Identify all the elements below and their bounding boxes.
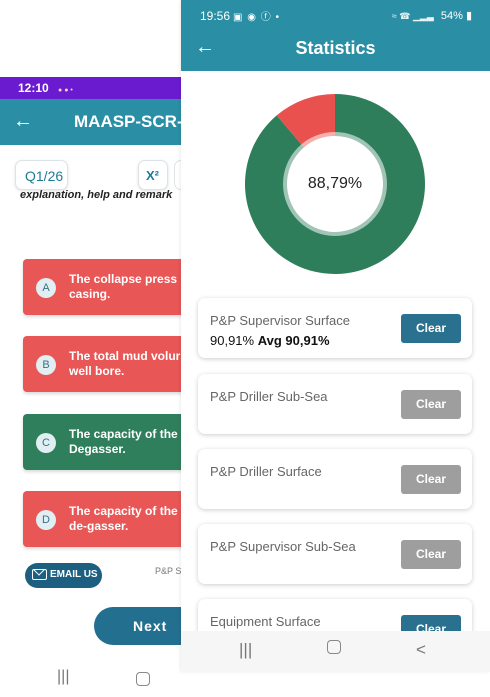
category-name: P&P Supervisor Surface bbox=[210, 313, 350, 328]
home-icon[interactable] bbox=[327, 640, 341, 654]
score-value: 90,91% bbox=[210, 333, 255, 348]
option-letter: D bbox=[36, 510, 56, 530]
option-letter: B bbox=[36, 355, 56, 375]
left-app-bar: ← MAASP-SCR- bbox=[0, 99, 190, 145]
clear-button[interactable]: Clear bbox=[401, 390, 461, 419]
next-button[interactable]: Next bbox=[94, 607, 190, 645]
recents-icon[interactable]: ||| bbox=[57, 668, 69, 686]
status-notification-icons: ▣ ◉ ⓕ • bbox=[233, 12, 281, 23]
score-donut-chart: 88,79% bbox=[245, 94, 425, 274]
category-card: P&P Driller Surface Clear bbox=[198, 449, 472, 509]
question-counter[interactable]: Q1/26 bbox=[15, 160, 68, 190]
status-time: 19:56 bbox=[200, 9, 231, 23]
explanation-label: explanation, help and remark bbox=[20, 189, 173, 201]
donut-center-label: 88,79% bbox=[307, 175, 363, 192]
footer-note: P&P S bbox=[155, 566, 182, 576]
left-page-title: MAASP-SCR- bbox=[74, 112, 183, 131]
app-bar: 19:56 ▣ ◉ ⓕ • ≈ ☎ ▁▂▃ 54% ▮ ← Statistics bbox=[181, 0, 490, 71]
email-us-label: EMAIL US bbox=[50, 569, 98, 580]
page-title: Statistics bbox=[295, 38, 376, 58]
clear-button[interactable]: Clear bbox=[401, 540, 461, 569]
background-quiz-screen: 12:10 ● ● • ← MAASP-SCR- Q1/26 X² explan… bbox=[0, 0, 190, 697]
envelope-icon bbox=[32, 569, 47, 580]
option-text: The collapse press casing. bbox=[69, 272, 178, 301]
home-icon[interactable] bbox=[136, 672, 150, 686]
system-nav-bar: ||| < bbox=[181, 631, 490, 672]
left-status-bar: 12:10 ● ● • bbox=[0, 77, 190, 99]
category-name: P&P Driller Surface bbox=[210, 464, 322, 479]
option-letter: C bbox=[36, 433, 56, 453]
avg-label: Avg bbox=[257, 333, 282, 348]
answer-option-b[interactable]: B The total mud volur well bore. bbox=[23, 336, 190, 392]
recents-icon[interactable]: ||| bbox=[239, 640, 252, 660]
category-card: P&P Supervisor Surface 90,91% Avg 90,91% C… bbox=[198, 298, 472, 358]
category-card: P&P Supervisor Sub-Sea Clear bbox=[198, 524, 472, 584]
back-icon[interactable]: < bbox=[416, 640, 426, 660]
clear-button[interactable]: Clear bbox=[401, 465, 461, 494]
status-battery: ≈ ☎ ▁▂▃ 54% ▮ bbox=[392, 9, 472, 22]
option-text: The capacity of the de-gasser. bbox=[69, 504, 178, 533]
left-status-time: 12:10 bbox=[18, 81, 49, 95]
option-text: The capacity of the Degasser. bbox=[69, 427, 178, 456]
category-name: Equipment Surface bbox=[210, 614, 321, 629]
signal-icon: ≈ ☎ ▁▂▃ bbox=[391, 11, 434, 21]
answer-option-d[interactable]: D The capacity of the de-gasser. bbox=[23, 491, 190, 547]
category-name: P&P Driller Sub-Sea bbox=[210, 389, 328, 404]
battery-level: 54% bbox=[440, 10, 463, 22]
email-us-button[interactable]: EMAIL US bbox=[25, 563, 102, 588]
category-name: P&P Supervisor Sub-Sea bbox=[210, 539, 356, 554]
back-arrow-icon[interactable]: ← bbox=[13, 110, 33, 133]
option-letter: A bbox=[36, 278, 56, 298]
category-card: P&P Driller Sub-Sea Clear bbox=[198, 374, 472, 434]
clear-button[interactable]: Clear bbox=[401, 314, 461, 343]
avg-value: 90,91% bbox=[285, 333, 330, 348]
statistics-screen: 19:56 ▣ ◉ ⓕ • ≈ ☎ ▁▂▃ 54% ▮ ← Statistics… bbox=[181, 0, 490, 672]
answer-option-c[interactable]: C The capacity of the Degasser. bbox=[23, 414, 190, 470]
answer-option-a[interactable]: A The collapse press casing. bbox=[23, 259, 190, 315]
category-score: 90,91% Avg 90,91% bbox=[210, 333, 330, 348]
superscript-button[interactable]: X² bbox=[138, 160, 168, 190]
option-text: The total mud volur well bore. bbox=[69, 349, 181, 378]
left-system-nav-bar: ||| < bbox=[0, 665, 190, 695]
battery-icon: ▮ bbox=[465, 10, 472, 22]
left-status-icons: ● ● • bbox=[58, 87, 73, 94]
